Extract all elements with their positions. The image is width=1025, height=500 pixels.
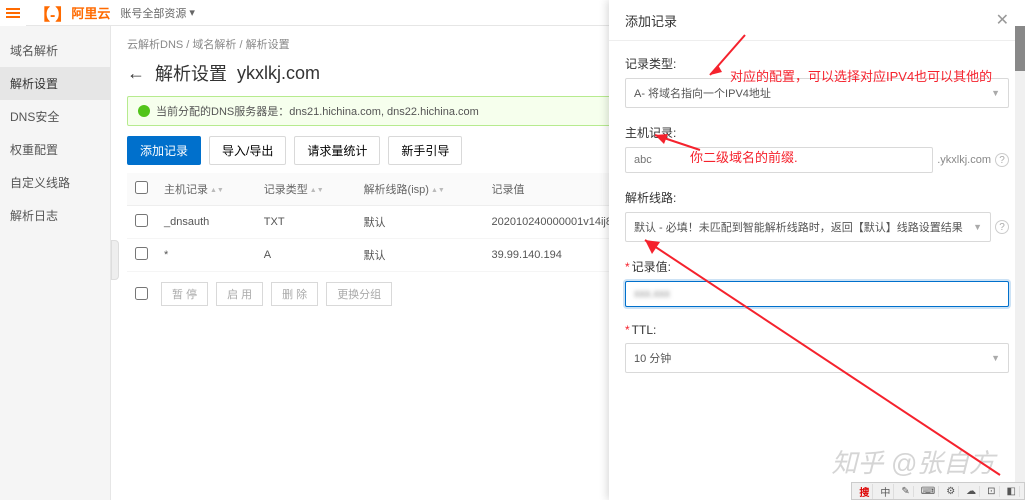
col-host[interactable]: 主机记录▲▼: [156, 173, 256, 206]
help-icon[interactable]: ?: [995, 153, 1009, 167]
col-type[interactable]: 记录类型▲▼: [256, 173, 356, 206]
modal-title: 添加记录: [625, 11, 677, 30]
cell-line: 默认: [356, 206, 484, 239]
sidebar-item-domain[interactable]: 域名解析: [0, 34, 110, 67]
enable-button[interactable]: 启 用: [216, 282, 263, 306]
host-suffix: .ykxlkj.com: [937, 154, 991, 166]
sort-icon: ▲▼: [431, 188, 445, 193]
account-selector[interactable]: 账号全部资源 ▾: [120, 5, 195, 21]
sort-icon: ▲▼: [210, 188, 224, 193]
chevron-down-icon: ▼: [973, 222, 982, 232]
chevron-down-icon: ▾: [189, 6, 195, 19]
chevron-down-icon: ▼: [991, 88, 1000, 98]
crumb-leaf: 解析设置: [246, 39, 290, 51]
cell-host: _dnsauth: [156, 206, 256, 239]
sort-icon: ▲▼: [310, 188, 324, 193]
record-type-select[interactable]: A- 将域名指向一个IPV4地址 ▼: [625, 78, 1009, 108]
info-text: 当前分配的DNS服务器是：dns21.hichina.com, dns22.hi…: [156, 103, 479, 119]
stats-button[interactable]: 请求量统计: [294, 136, 380, 165]
add-record-modal: 添加记录 ✕ 记录类型: A- 将域名指向一个IPV4地址 ▼ 主机记录: .y…: [609, 0, 1025, 500]
scrollbar-thumb[interactable]: [1015, 26, 1025, 71]
back-arrow-icon[interactable]: ←: [127, 63, 145, 84]
sidebar-item-custom[interactable]: 自定义线路: [0, 166, 110, 199]
pause-button[interactable]: 暂 停: [161, 282, 208, 306]
scrollbar[interactable]: [1015, 26, 1025, 482]
ime-logo-icon: 搜: [856, 484, 873, 499]
ime-btn[interactable]: ⚙: [943, 486, 959, 497]
sidebar-item-records[interactable]: 解析设置: [0, 67, 110, 100]
hamburger-icon: [6, 6, 20, 20]
record-value-input[interactable]: xxx.xxx: [625, 281, 1009, 307]
host-input[interactable]: [625, 147, 933, 173]
cell-type: TXT: [256, 206, 356, 239]
ime-toolbar[interactable]: 搜 中 ✎ ⌨ ⚙ ☁ ⊡ ◧: [851, 482, 1025, 500]
cell-host: *: [156, 239, 256, 272]
sidebar: 域名解析 解析设置 DNS安全 权重配置 自定义线路 解析日志: [0, 26, 111, 500]
sidebar-toggle[interactable]: [111, 240, 119, 280]
select-all-checkbox[interactable]: [135, 181, 148, 194]
logo-text: 阿里云: [71, 3, 110, 22]
crumb-mid[interactable]: 域名解析: [192, 39, 236, 51]
import-export-button[interactable]: 导入/导出: [209, 136, 286, 165]
sidebar-item-log[interactable]: 解析日志: [0, 199, 110, 232]
type-label: 记录类型:: [625, 55, 1009, 72]
page-domain: ykxlkj.com: [237, 63, 320, 84]
status-dot-icon: [138, 105, 150, 117]
page-title: 解析设置: [155, 60, 227, 86]
close-icon[interactable]: ✕: [996, 10, 1009, 30]
ttl-select[interactable]: 10 分钟 ▼: [625, 343, 1009, 373]
ime-btn[interactable]: ✎: [898, 486, 913, 497]
menu-button[interactable]: [0, 0, 26, 26]
ime-btn[interactable]: ☁: [963, 486, 980, 497]
ime-btn[interactable]: ◧: [1004, 486, 1020, 497]
add-record-button[interactable]: 添加记录: [127, 136, 201, 165]
sidebar-item-weight[interactable]: 权重配置: [0, 133, 110, 166]
watermark: 知乎 @张自方: [831, 443, 995, 480]
line-label: 解析线路:: [625, 189, 1009, 206]
sidebar-item-dnssec[interactable]: DNS安全: [0, 100, 110, 133]
row-checkbox[interactable]: [135, 247, 148, 260]
line-select[interactable]: 默认 - 必填！未匹配到智能解析线路时，返回【默认】线路设置结果 ▼: [625, 212, 991, 242]
cell-line: 默认: [356, 239, 484, 272]
ime-btn[interactable]: ⌨: [918, 486, 939, 497]
logo: 【-】 阿里云: [34, 1, 110, 25]
chevron-down-icon: ▼: [991, 353, 1000, 363]
guide-button[interactable]: 新手引导: [388, 136, 462, 165]
replace-button[interactable]: 更换分组: [326, 282, 392, 306]
help-icon[interactable]: ?: [995, 220, 1009, 234]
logo-icon: 【-】: [34, 1, 71, 25]
ttl-label: *TTL:: [625, 323, 1009, 337]
ime-btn[interactable]: ⊡: [984, 486, 999, 497]
value-label: *记录值:: [625, 258, 1009, 275]
col-line[interactable]: 解析线路(isp)▲▼: [356, 173, 484, 206]
delete-button[interactable]: 删 除: [271, 282, 318, 306]
host-label: 主机记录:: [625, 124, 1009, 141]
cell-type: A: [256, 239, 356, 272]
ime-lang[interactable]: 中: [877, 484, 894, 499]
crumb-root[interactable]: 云解析DNS: [127, 39, 183, 51]
bulk-checkbox[interactable]: [135, 287, 148, 300]
row-checkbox[interactable]: [135, 214, 148, 227]
